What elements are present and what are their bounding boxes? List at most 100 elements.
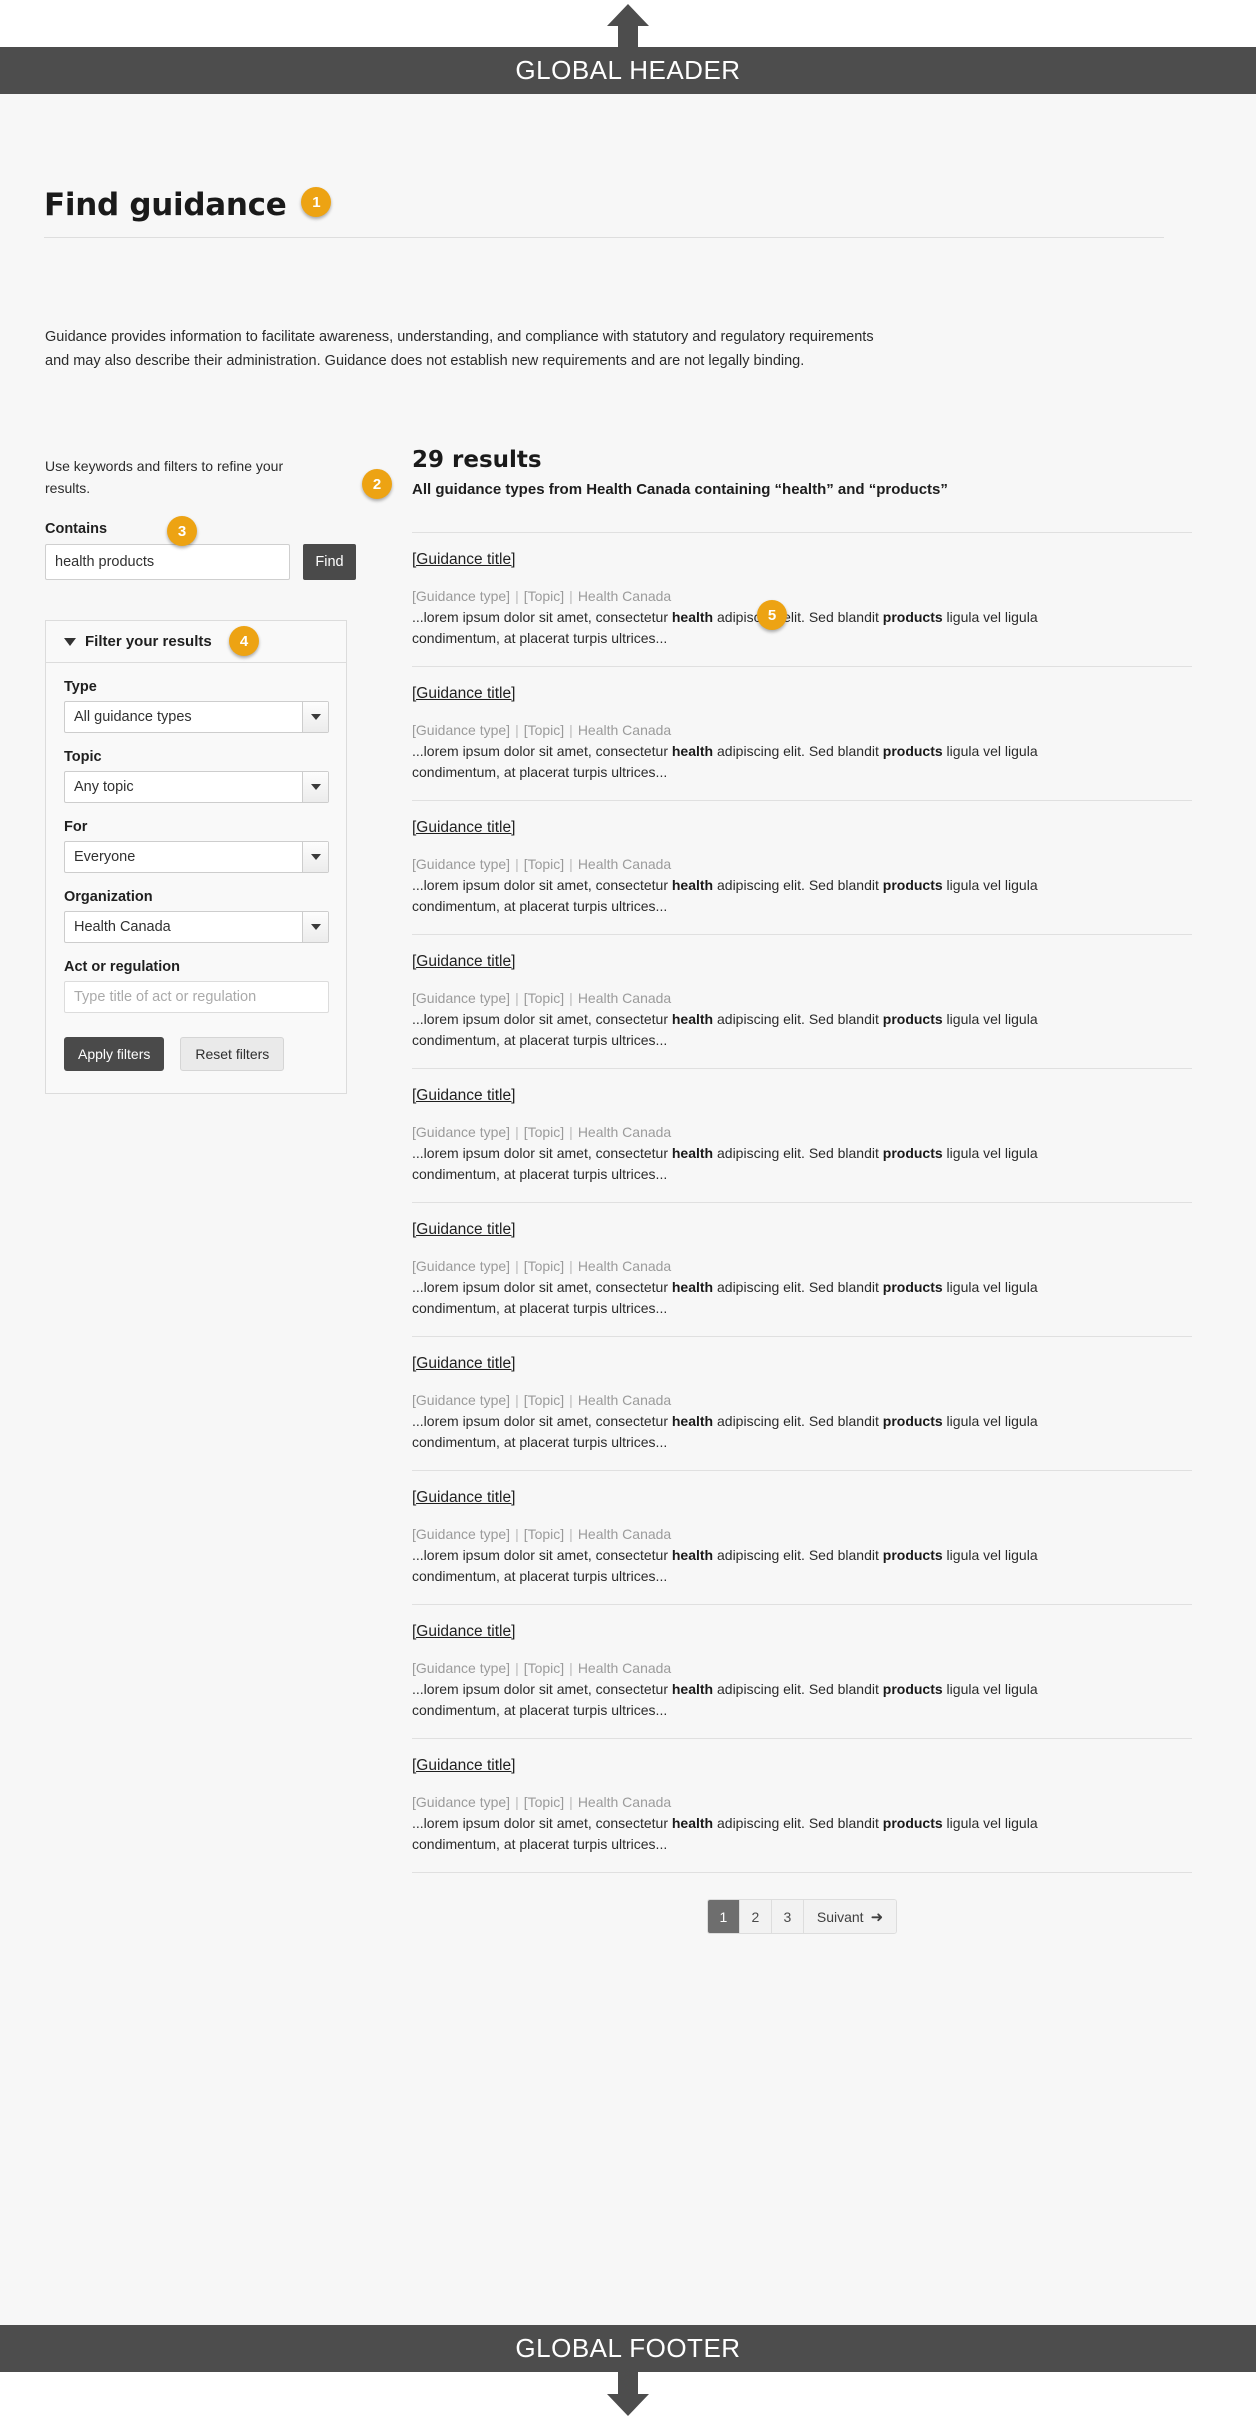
result-item: [Guidance title] [Guidance type] | [Topic] |… [412, 1336, 1192, 1470]
snippet-text: adipiscing elit. Sed blandit [713, 1413, 883, 1429]
filter-label-for: For [64, 819, 88, 835]
result-title-link[interactable]: [Guidance title] [412, 1623, 515, 1641]
result-meta: [Guidance type] | [Topic] | Health Canada [412, 722, 1192, 738]
result-meta: [Guidance type] | [Topic] | Health Canada [412, 856, 1192, 872]
result-meta-organization: Health Canada [577, 1392, 672, 1408]
pagination-page-2[interactable]: 2 [739, 1900, 772, 1933]
contains-row: Find 3 [45, 516, 356, 580]
result-meta-type: [Guidance type] [412, 856, 511, 872]
result-meta: [Guidance type] | [Topic] | Health Canada [412, 1660, 1192, 1676]
result-meta-topic: [Topic] [523, 1124, 565, 1140]
snippet-highlight: products [882, 877, 943, 893]
result-snippet: ...lorem ipsum dolor sit amet, consectet… [412, 1009, 1112, 1051]
result-title-link[interactable]: [Guidance title] [412, 1489, 515, 1507]
result-meta-separator: | [569, 856, 573, 872]
act-or-regulation-input[interactable] [64, 981, 329, 1013]
result-title-link[interactable]: [Guidance title] [412, 551, 515, 569]
filter-select-organization[interactable]: Health Canada [64, 911, 329, 943]
result-title-link[interactable]: [Guidance title] [412, 1757, 515, 1775]
snippet-highlight: health [671, 1011, 714, 1027]
annotation-marker-2: 2 [362, 469, 392, 499]
result-meta-separator: | [569, 722, 573, 738]
result-meta-separator: | [515, 588, 519, 604]
snippet-highlight: health [671, 1145, 714, 1161]
result-meta-organization: Health Canada [577, 1794, 672, 1810]
filter-select-topic[interactable]: Any topic [64, 771, 329, 803]
result-meta-separator: | [515, 856, 519, 872]
snippet-highlight: health [671, 1815, 714, 1831]
result-meta-separator: | [569, 1526, 573, 1542]
annotation-marker-4: 4 [229, 626, 259, 656]
result-title-link[interactable]: [Guidance title] [412, 1355, 515, 1373]
result-meta-separator: | [569, 588, 573, 604]
result-snippet: ...lorem ipsum dolor sit amet, consectet… [412, 1411, 1112, 1453]
reset-filters-button[interactable]: Reset filters [180, 1037, 285, 1071]
filter-actions: Apply filters Reset filters [64, 1037, 328, 1071]
filter-select-topic-value: Any topic [64, 771, 329, 803]
result-meta: [Guidance type] | [Topic] | Health Canada [412, 1392, 1192, 1408]
pagination-next-button[interactable]: Suivant ➜ [803, 1900, 897, 1933]
left-column: Use keywords and filters to refine your … [45, 455, 356, 580]
pagination-page-1[interactable]: 1 [707, 1900, 740, 1933]
result-item: [Guidance title] [Guidance type] | [Topic] |… [412, 1604, 1192, 1738]
result-meta-separator: | [569, 1124, 573, 1140]
results-count: 29 results [412, 447, 542, 473]
result-snippet: ...lorem ipsum dolor sit amet, consectet… [412, 1277, 1112, 1319]
result-meta-separator: | [569, 990, 573, 1006]
global-header-bar: GLOBAL HEADER [0, 47, 1256, 94]
pagination-page-3[interactable]: 3 [771, 1900, 804, 1933]
result-title-link[interactable]: [Guidance title] [412, 685, 515, 703]
chevron-down-icon [302, 702, 328, 732]
filter-label-type: Type [64, 679, 97, 695]
snippet-highlight: health [671, 743, 714, 759]
result-meta-type: [Guidance type] [412, 1794, 511, 1810]
result-meta-separator: | [569, 1258, 573, 1274]
snippet-highlight: products [882, 609, 943, 625]
snippet-highlight: products [882, 1815, 943, 1831]
snippet-text: ...lorem ipsum dolor sit amet, consectet… [412, 1413, 672, 1429]
result-meta-separator: | [515, 1660, 519, 1676]
result-meta-separator: | [515, 722, 519, 738]
result-meta-type: [Guidance type] [412, 1124, 511, 1140]
filter-label-topic: Topic [64, 749, 102, 765]
pagination: 1 2 3 Suivant ➜ [412, 1899, 1192, 1934]
snippet-text: adipiscing elit. Sed blandit [713, 1011, 883, 1027]
result-title-link[interactable]: [Guidance title] [412, 1221, 515, 1239]
result-meta-topic: [Topic] [523, 588, 565, 604]
page-title-row: Find guidance 1 [44, 187, 1164, 238]
filter-group-topic: Topic Any topic [64, 749, 329, 803]
filter-select-for[interactable]: Everyone [64, 841, 329, 873]
scroll-up-arrow-icon [607, 4, 649, 50]
result-snippet: ...lorem ipsum dolor sit amet, consectet… [412, 1813, 1112, 1855]
snippet-text: adipiscing elit. Sed blandit [713, 609, 883, 625]
result-snippet: ...lorem ipsum dolor sit amet, consectet… [412, 1143, 1112, 1185]
result-title-link[interactable]: [Guidance title] [412, 953, 515, 971]
result-meta-topic: [Topic] [523, 722, 565, 738]
search-input[interactable] [45, 544, 290, 580]
result-title-link[interactable]: [Guidance title] [412, 819, 515, 837]
filter-select-type[interactable]: All guidance types [64, 701, 329, 733]
result-item: [Guidance title] [Guidance type] | [Topic] |… [412, 934, 1192, 1068]
apply-filters-button[interactable]: Apply filters [64, 1037, 165, 1071]
filter-panel-header[interactable]: Filter your results 4 [46, 621, 346, 663]
annotation-marker-1: 1 [301, 187, 332, 217]
result-meta-type: [Guidance type] [412, 588, 511, 604]
result-meta: [Guidance type] | [Topic] | Health Canada [412, 990, 1192, 1006]
result-item: [Guidance title] [Guidance type] | [Topic] |… [412, 800, 1192, 934]
result-meta-separator: | [515, 990, 519, 1006]
filter-panel: Filter your results 4 Type All guidance … [45, 620, 347, 1094]
find-button[interactable]: Find [303, 544, 356, 580]
result-title-link[interactable]: [Guidance title] [412, 1087, 515, 1105]
result-meta-separator: | [515, 1794, 519, 1810]
result-meta-type: [Guidance type] [412, 1526, 511, 1542]
results-list-end-divider [412, 1872, 1192, 1873]
snippet-highlight: products [882, 1145, 943, 1161]
snippet-text: ...lorem ipsum dolor sit amet, consectet… [412, 877, 672, 893]
result-meta-separator: | [515, 1258, 519, 1274]
snippet-highlight: products [882, 1011, 943, 1027]
result-meta-separator: | [569, 1392, 573, 1408]
annotation-marker-5: 5 [757, 600, 787, 630]
result-meta-topic: [Topic] [523, 990, 565, 1006]
arrow-right-icon: ➜ [870, 1908, 884, 1926]
filter-label-organization: Organization [64, 889, 153, 905]
